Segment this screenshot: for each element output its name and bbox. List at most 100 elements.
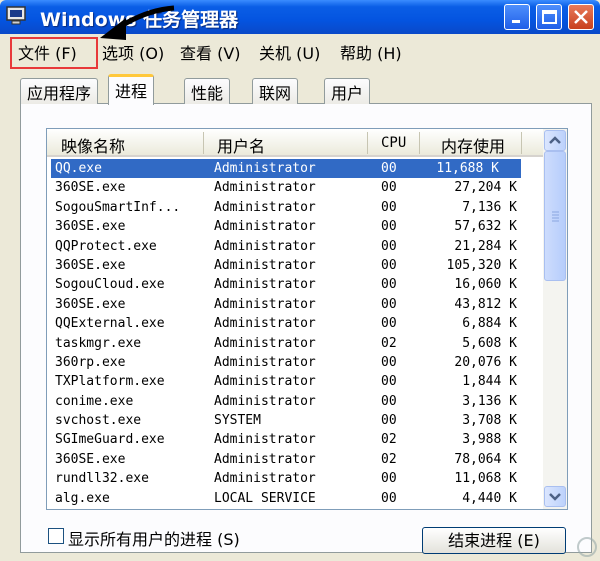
table-row[interactable]: SGImeGuard.exe Administrator 02 3,988 K [47,430,543,449]
process-user-cell: Administrator [214,180,316,196]
annotation-highlight-box [10,37,98,69]
process-memory-cell: 27,204 K [454,180,517,196]
process-user-cell: Administrator [214,161,316,176]
tab-processes[interactable]: 进程 [108,74,155,105]
task-manager-icon [6,6,26,25]
process-user-cell: Administrator [214,393,316,409]
process-name-cell: 360SE.exe [55,296,126,312]
table-row[interactable]: conime.exe Administrator 00 3,136 K [47,392,543,411]
scroll-up-button[interactable] [544,130,566,151]
column-divider[interactable] [419,132,420,154]
column-header-memory[interactable]: 内存使用 [441,133,505,157]
table-row[interactable]: 360SE.exe Administrator 00 27,204 K [47,178,543,197]
process-name-cell: TXPlatform.exe [55,374,165,390]
list-header: 映像名称 用户名 CPU 内存使用 [47,129,543,157]
process-cpu-cell: 00 [381,374,397,390]
process-memory-cell: 16,060 K [454,277,517,293]
process-user-cell: Administrator [214,316,316,332]
process-cpu-cell: 00 [381,277,397,293]
process-memory-cell: 78,064 K [454,451,517,467]
close-button[interactable] [568,4,594,30]
table-row[interactable]: svchost.exe SYSTEM 00 3,708 K [47,411,543,430]
menu-view[interactable]: 查看 (V) [180,40,241,64]
table-row[interactable]: taskmgr.exe Administrator 02 5,608 K [47,334,543,353]
process-user-cell: Administrator [214,354,316,370]
process-user-cell: Administrator [214,238,316,254]
scroll-thumb[interactable] [544,151,566,281]
column-header-user-name[interactable]: 用户名 [217,133,265,157]
watermark-icon [577,537,597,557]
tab-users[interactable]: 用户 [324,78,371,104]
table-row[interactable]: QQ.exe Administrator 00 11,688 K [51,159,521,179]
process-memory-cell: 3,708 K [462,413,517,429]
process-cpu-cell: 00 [381,316,397,332]
table-row[interactable]: QQProtect.exe Administrator 00 21,284 K [47,237,543,256]
column-header-cpu[interactable]: CPU [381,135,406,151]
table-row[interactable]: SogouCloud.exe Administrator 00 16,060 K [47,275,543,294]
process-cpu-cell: 00 [381,393,397,409]
process-cpu-cell: 00 [381,490,397,506]
vertical-scrollbar[interactable] [543,129,567,509]
process-user-cell: Administrator [214,257,316,273]
column-divider[interactable] [521,132,522,154]
show-all-users-label[interactable]: 显示所有用户的进程 (S) [68,526,240,550]
process-user-cell: Administrator [214,335,316,351]
process-user-cell: Administrator [214,451,316,467]
column-divider[interactable] [367,132,368,154]
column-header-image-name[interactable]: 映像名称 [61,133,125,157]
process-memory-cell: 7,136 K [462,199,517,215]
process-name-cell: QQProtect.exe [55,238,157,254]
maximize-button[interactable] [536,4,562,30]
table-row[interactable]: rundll32.exe Administrator 00 11,068 K [47,469,543,488]
process-user-cell: Administrator [214,374,316,390]
table-row[interactable]: 360SE.exe Administrator 00 57,632 K [47,217,543,236]
minimize-icon [512,20,520,23]
process-memory-cell: 3,988 K [462,432,517,448]
menu-help[interactable]: 帮助 (H) [340,40,402,64]
process-user-cell: Administrator [214,219,316,235]
table-row[interactable]: TXPlatform.exe Administrator 00 1,844 K [47,372,543,391]
process-memory-cell: 3,136 K [462,393,517,409]
process-name-cell: taskmgr.exe [55,335,142,351]
process-cpu-cell: 02 [381,451,397,467]
table-row[interactable]: 360SE.exe Administrator 02 78,064 K [47,450,543,469]
process-name-cell: 360SE.exe [55,257,126,273]
table-row[interactable]: SogouSmartInf... Administrator 00 7,136 K [47,198,543,217]
process-memory-cell: 6,884 K [462,316,517,332]
tab-applications[interactable]: 应用程序 [20,78,99,104]
menu-shutdown[interactable]: 关机 (U) [259,40,320,64]
end-process-button[interactable]: 结束进程 (E) [422,527,566,554]
process-name-cell: SogouSmartInf... [55,199,181,215]
process-name-cell: 360rp.exe [55,354,126,370]
column-divider[interactable] [203,132,204,154]
process-name-cell: SogouCloud.exe [55,277,165,293]
scroll-down-button[interactable] [544,486,566,507]
process-cpu-cell: 00 [381,238,397,254]
show-all-users-checkbox[interactable] [48,528,64,544]
process-cpu-cell: 00 [381,199,397,215]
close-icon [574,10,588,24]
process-cpu-cell: 00 [381,161,397,176]
maximize-icon [542,10,557,24]
process-cpu-cell: 02 [381,335,397,351]
process-cpu-cell: 00 [381,219,397,235]
process-user-cell: SYSTEM [214,413,261,429]
table-row[interactable]: QQExternal.exe Administrator 00 6,884 K [47,314,543,333]
minimize-button[interactable] [504,4,530,30]
table-row[interactable]: alg.exe LOCAL SERVICE 00 4,440 K [47,489,543,508]
table-row[interactable]: 360rp.exe Administrator 00 20,076 K [47,353,543,372]
annotation-arrow-icon [100,5,175,40]
process-name-cell: svchost.exe [55,413,142,429]
table-row[interactable]: 360SE.exe Administrator 00 105,320 K [47,256,543,275]
tab-performance[interactable]: 性能 [184,78,231,104]
process-name-cell: rundll32.exe [55,471,149,487]
process-user-cell: Administrator [214,296,316,312]
tab-networking[interactable]: 联网 [252,78,299,104]
chevron-down-icon [549,493,561,501]
process-memory-cell: 43,812 K [454,296,517,312]
process-name-cell: 360SE.exe [55,451,126,467]
title-bar[interactable]: Windows 任务管理器 [0,0,600,34]
process-list[interactable]: 映像名称 用户名 CPU 内存使用 QQ.exe Administrator 00 1… [46,128,568,510]
process-user-cell: Administrator [214,471,316,487]
table-row[interactable]: 360SE.exe Administrator 00 43,812 K [47,295,543,314]
